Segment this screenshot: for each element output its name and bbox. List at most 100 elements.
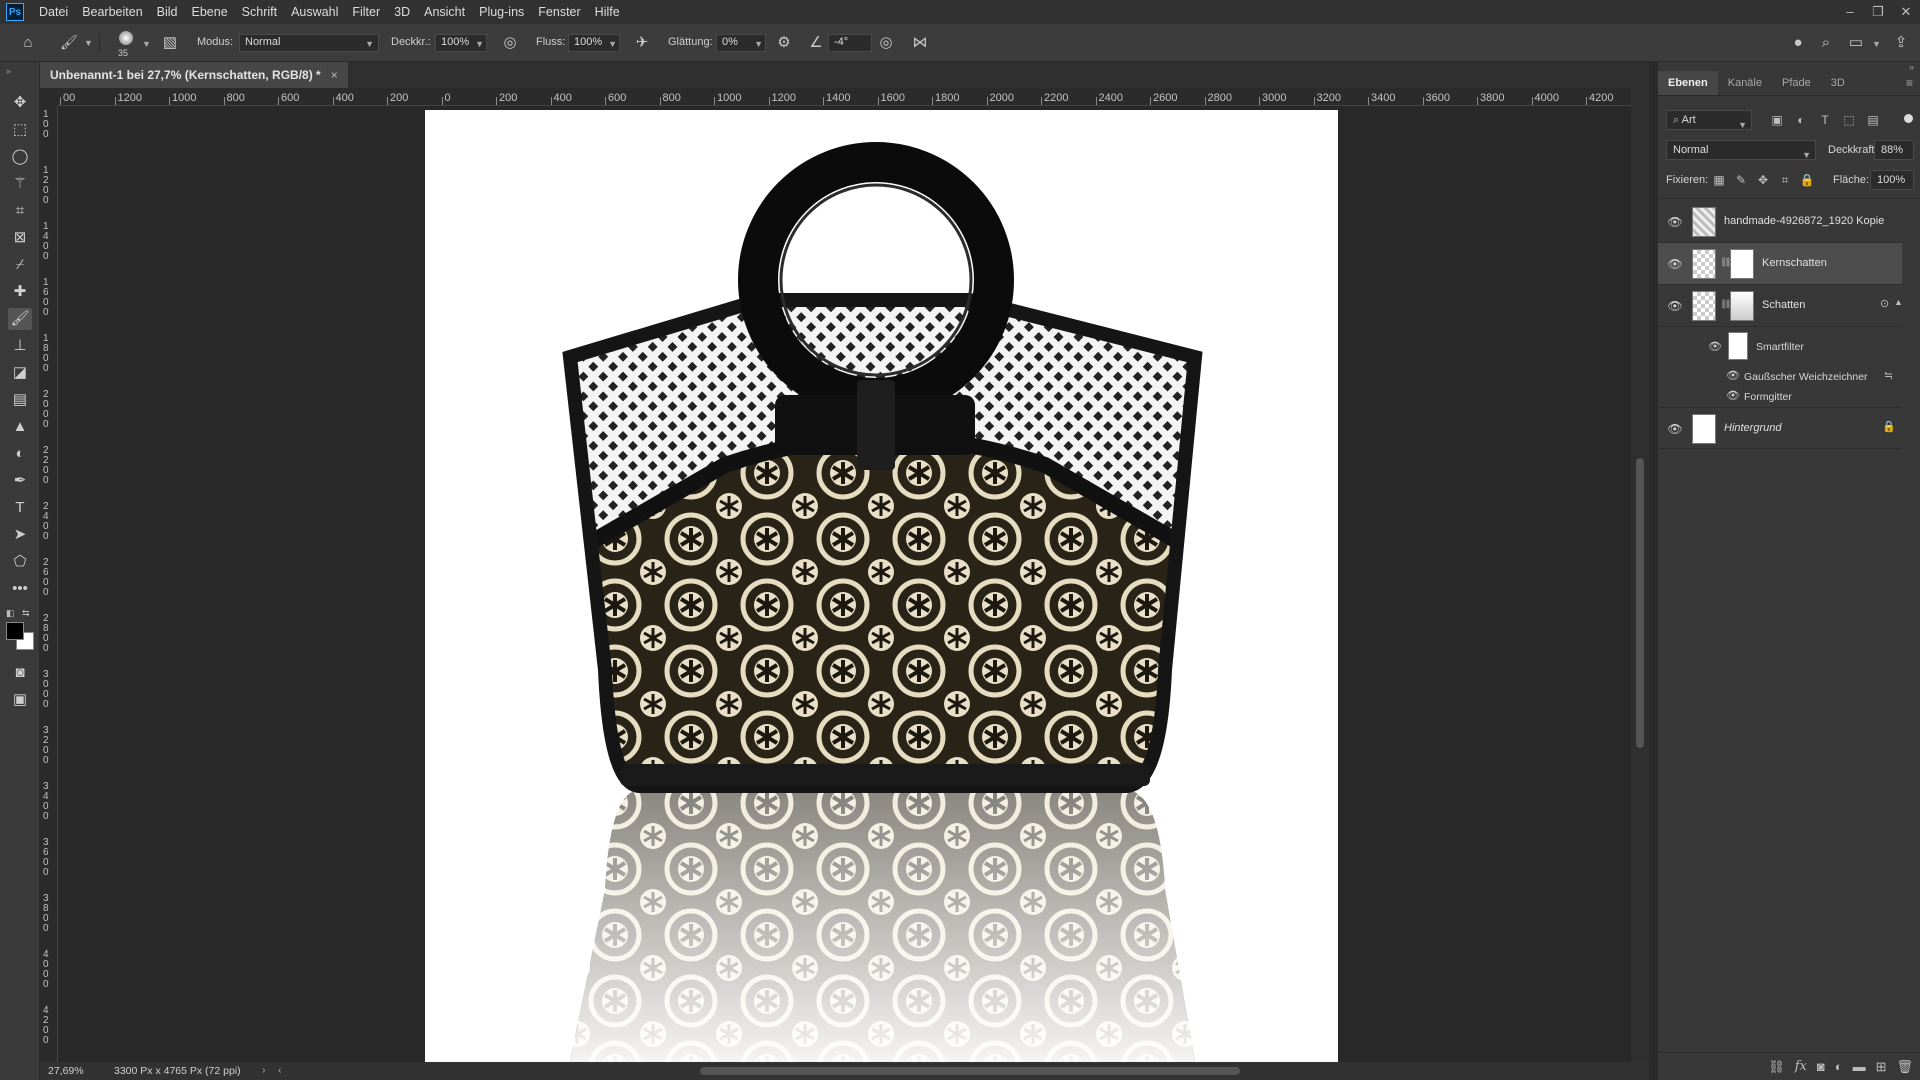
blur-tool-icon[interactable]: ▲ [8,416,32,438]
panel-menu-icon[interactable]: ≡ [1906,71,1913,95]
menu-3d[interactable]: 3D [387,0,417,24]
document-tab[interactable]: Unbenannt-1 bei 27,7% (Kernschatten, RGB… [40,62,348,88]
angle-field[interactable]: -4° [828,34,872,52]
eraser-tool-icon[interactable]: ◪ [8,362,32,384]
brush-tool-icon[interactable]: 🖌 [8,308,32,330]
crop-tool-icon[interactable]: ⌗ [8,200,32,222]
menu-filter[interactable]: Filter [345,0,387,24]
eyedropper-tool-icon[interactable]: ⌿ [8,254,32,276]
chevron-up-icon[interactable]: ▲ [1894,297,1903,307]
layer-row[interactable]: 👁 Hintergrund 🔒 [1658,407,1902,449]
layer-opacity-field[interactable]: 88% [1874,140,1914,160]
quick-mask-icon[interactable]: ◙ [8,662,32,684]
share-icon[interactable]: ⇪ [1891,33,1911,53]
tab-ebenen[interactable]: Ebenen [1658,71,1718,95]
menu-auswahl[interactable]: Auswahl [284,0,345,24]
pen-tool-icon[interactable]: ✒ [8,470,32,492]
new-layer-icon[interactable]: ⊞ [1876,1059,1887,1075]
lock-pixels-icon[interactable]: ✎ [1732,171,1750,189]
layer-row[interactable]: 👁 ⛓ Schatten ⊙ ▲ [1658,285,1903,327]
menu-datei[interactable]: Datei [32,0,75,24]
tab-kanaele[interactable]: Kanäle [1718,71,1772,95]
smart-filter-item[interactable]: 👁 Formgitter [1658,387,1902,407]
shape-tool-icon[interactable]: ⬠ [8,551,32,573]
screen-mode-icon[interactable]: ▣ [8,689,32,711]
opacity-field[interactable]: 100% ▼ [435,34,487,52]
filter-options-icon[interactable]: ≒ [1884,369,1893,382]
eye-icon[interactable]: 👁 [1667,298,1683,314]
chevron-right-icon[interactable]: › [262,1064,266,1076]
minimize-button[interactable]: – [1836,0,1864,24]
stamp-tool-icon[interactable]: ⊥ [8,335,32,357]
chevron-left-icon[interactable]: ‹ [278,1064,282,1076]
vertical-scroll-thumb[interactable] [1636,458,1644,748]
lock-icon[interactable]: 🔒 [1882,420,1896,433]
flow-field[interactable]: 100% ▼ [568,34,620,52]
canvas-area[interactable] [58,106,1631,1062]
layer-row[interactable]: 👁 ⛓ Kernschatten [1658,243,1902,285]
path-selection-tool-icon[interactable]: ➤ [8,524,32,546]
new-group-icon[interactable]: ▬ [1853,1059,1866,1074]
document-info[interactable]: 3300 Px x 4765 Px (72 ppi) [114,1065,241,1077]
menu-hilfe[interactable]: Hilfe [588,0,627,24]
trash-icon[interactable]: 🗑 [1896,1059,1913,1075]
symmetry-icon[interactable]: ⋈ [910,33,930,53]
gradient-tool-icon[interactable]: ▤ [8,389,32,411]
mode-select[interactable]: Normal ▼ [239,34,379,52]
eye-icon[interactable]: 👁 [1708,340,1722,353]
adjustment-filter-icon[interactable]: ◐ [1792,111,1810,129]
blend-mode-select[interactable]: Normal ▼ [1666,140,1816,160]
dodge-tool-icon[interactable]: ◐ [8,443,32,465]
eye-icon[interactable]: 👁 [1726,389,1740,403]
workspace-icon[interactable]: ▭ [1846,33,1866,53]
menu-bild[interactable]: Bild [150,0,185,24]
frame-tool-icon[interactable]: ⊠ [8,227,32,249]
zoom-level[interactable]: 27,69% [48,1065,84,1077]
fill-field[interactable]: 100% [1870,170,1914,190]
eye-icon[interactable]: 👁 [1726,369,1740,383]
foreground-color-swatch[interactable] [6,622,24,640]
restore-button[interactable]: ❐ [1864,0,1892,24]
type-filter-icon[interactable]: T [1816,111,1834,129]
eye-icon[interactable]: 👁 [1667,421,1683,437]
pressure-size-icon[interactable]: ◎ [876,33,896,53]
fx-icon[interactable]: fx [1795,1059,1807,1074]
move-tool-icon[interactable]: ✥ [8,92,32,114]
vertical-scrollbar[interactable] [1631,88,1649,1062]
magic-wand-tool-icon[interactable]: ⚚ [8,173,32,195]
menu-bearbeiten[interactable]: Bearbeiten [75,0,149,24]
lock-transparency-icon[interactable]: ▦ [1710,171,1728,189]
lasso-tool-icon[interactable]: ◯ [8,146,32,168]
menu-schrift[interactable]: Schrift [235,0,284,24]
smart-filter-row[interactable]: 👁 Smartfilter [1658,329,1902,365]
shape-filter-icon[interactable]: ⬚ [1840,111,1858,129]
airbrush-icon[interactable]: ✈ [632,33,652,53]
smart-filter-item[interactable]: 👁 Gaußscher Weichzeichner ≒ [1658,367,1902,387]
eye-icon[interactable]: 👁 [1667,256,1683,272]
home-icon[interactable]: ⌂ [18,33,38,53]
toolbox-collapse-icon[interactable]: » [6,66,11,76]
filter-toggle-icon[interactable] [1904,114,1913,123]
layer-row[interactable]: 👁 handmade-4926872_1920 Kopie [1658,201,1902,243]
lock-position-icon[interactable]: ✥ [1754,171,1772,189]
brush-settings-icon[interactable]: ▧ [160,33,180,53]
link-layers-icon[interactable]: ⛓ [1768,1059,1785,1075]
search-icon[interactable]: ⌕ [1816,33,1836,53]
healing-brush-tool-icon[interactable]: ✚ [8,281,32,303]
user-icon[interactable]: ● [1788,33,1808,53]
lock-all-icon[interactable]: 🔒 [1798,171,1816,189]
gear-icon[interactable]: ⚙ [774,33,794,53]
smoothing-field[interactable]: 0% ▼ [716,34,766,52]
menu-plugins[interactable]: Plug-ins [472,0,531,24]
chevron-down-icon[interactable]: ▼ [142,39,151,49]
smart-object-filter-icon[interactable]: ▤ [1864,111,1882,129]
tool-preset-picker[interactable]: 🖌 ▼ [54,34,100,52]
menu-fenster[interactable]: Fenster [531,0,587,24]
brush-size-picker[interactable]: 35 [112,30,138,58]
more-tools-icon[interactable]: ••• [8,578,32,600]
close-tab-icon[interactable]: × [331,68,338,82]
horizontal-scroll-thumb[interactable] [700,1067,1240,1075]
default-colors-icon[interactable]: ◧ [6,608,15,619]
tab-pfade[interactable]: Pfade [1772,71,1821,95]
document-canvas[interactable] [425,110,1338,1062]
